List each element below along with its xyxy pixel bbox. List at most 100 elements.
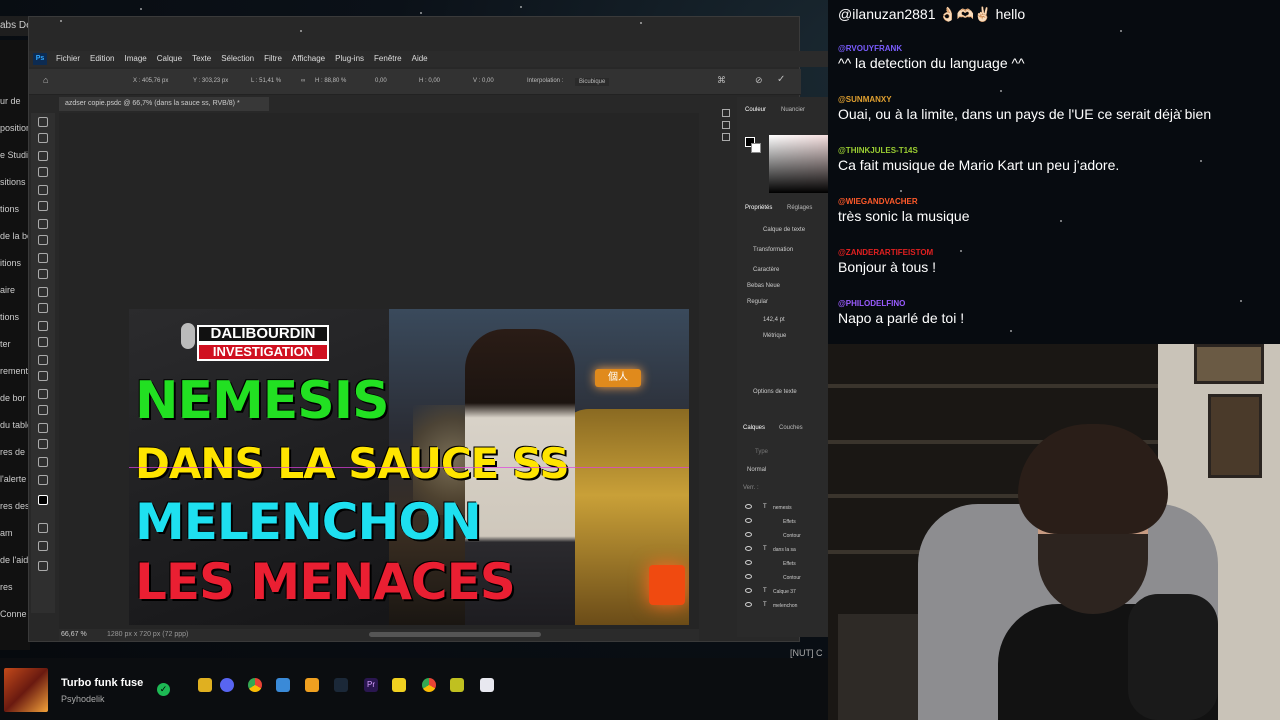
tab-proprietes[interactable]: Propriétés (745, 205, 772, 211)
dodge-tool-icon[interactable] (38, 355, 48, 365)
thumbnail-artwork[interactable]: 個人 DALIBOURDIN INVESTIGATION NEMESIS DAN… (129, 309, 689, 625)
warp-icon[interactable]: ⌘ (717, 75, 726, 86)
gradient-tool-icon[interactable] (38, 321, 48, 331)
menu-texte[interactable]: Texte (187, 51, 216, 67)
marquee-tool-icon[interactable] (38, 133, 48, 143)
taskbar-steam-icon[interactable] (334, 678, 348, 692)
layer-row[interactable]: Effets (737, 557, 829, 571)
taskbar-files-icon[interactable] (305, 678, 319, 692)
type-tool-icon[interactable] (38, 389, 48, 399)
eraser-tool-icon[interactable] (38, 303, 48, 313)
section-transformation[interactable]: Transformation (753, 247, 793, 253)
x-field[interactable]: X : 405,76 px (133, 78, 168, 84)
foreground-color-swatch[interactable] (38, 495, 48, 505)
link-icon[interactable]: ∞ (301, 78, 305, 84)
headline-dans-la-sauce[interactable]: DANS LA SAUCE SS (135, 439, 570, 488)
interpolation-select[interactable]: Bicubique (575, 78, 610, 86)
quick-mask-icon[interactable] (38, 523, 48, 533)
menu-image[interactable]: Image (119, 51, 151, 67)
menu-fenetre[interactable]: Fenêtre (369, 51, 407, 67)
layer-row[interactable]: Tmelenchon (737, 599, 829, 613)
shape-tool-icon[interactable] (38, 423, 48, 433)
healing-brush-icon[interactable] (38, 235, 48, 245)
vskew-field[interactable]: V : 0,00 (473, 78, 494, 84)
menu-plugins[interactable]: Plug-ins (330, 51, 369, 67)
layer-row[interactable]: T Calque 37 (737, 585, 829, 599)
lasso-tool-icon[interactable] (38, 151, 48, 161)
taskbar-chrome2-icon[interactable] (422, 678, 436, 692)
tab-reglages[interactable]: Réglages (787, 205, 812, 211)
document-tab[interactable]: azdser copie.psdc @ 66,7% (dans la sauce… (59, 97, 269, 111)
width-field[interactable]: L : 51,41 % (251, 78, 281, 84)
layer-search-input[interactable]: Type (755, 449, 768, 455)
layer-row[interactable]: Effets (737, 515, 829, 529)
background-swatch[interactable] (751, 143, 761, 153)
section-options-texte[interactable]: Options de texte (753, 389, 797, 395)
y-field[interactable]: Y : 303,23 px (193, 78, 228, 84)
font-family-select[interactable]: Bebas Neue (747, 283, 780, 289)
home-icon[interactable]: ⌂ (43, 75, 48, 85)
headline-les-menaces[interactable]: LES MENACES (135, 553, 516, 611)
tab-couleur[interactable]: Couleur (745, 107, 766, 113)
menu-fichier[interactable]: Fichier (51, 51, 85, 67)
quick-select-icon[interactable] (38, 167, 48, 177)
taskbar-premiere-icon[interactable]: Pr (364, 678, 378, 692)
brush-tool-icon[interactable] (38, 253, 48, 263)
headline-melenchon[interactable]: MELENCHON (135, 493, 482, 551)
canvas-area[interactable]: 個人 DALIBOURDIN INVESTIGATION NEMESIS DAN… (59, 113, 699, 633)
blur-tool-icon[interactable] (38, 337, 48, 347)
comments-panel-icon[interactable] (722, 121, 730, 129)
path-select-icon[interactable] (38, 405, 48, 415)
chat-username[interactable]: @SUNMANXY (838, 95, 1211, 104)
hand-tool-icon[interactable] (38, 439, 48, 449)
section-caractere[interactable]: Caractère (753, 267, 779, 273)
stamp-tool-icon[interactable] (38, 269, 48, 279)
visibility-eye-icon[interactable] (745, 560, 752, 565)
taskbar-chrome-icon[interactable] (248, 678, 262, 692)
layer-row[interactable]: Contour (737, 571, 829, 585)
chat-username[interactable]: @ZANDERARTIFEISTOM (838, 248, 936, 257)
chat-username[interactable]: @RVOUYFRANK (838, 44, 1025, 53)
headline-nemesis[interactable]: NEMESIS (135, 371, 390, 431)
eyedropper-icon[interactable] (38, 219, 48, 229)
menu-calque[interactable]: Calque (152, 51, 187, 67)
menu-filtre[interactable]: Filtre (259, 51, 287, 67)
history-panel-icon[interactable] (722, 109, 730, 117)
taskbar-notes-icon[interactable] (392, 678, 406, 692)
visibility-eye-icon[interactable] (745, 504, 752, 509)
move-tool-icon[interactable] (38, 117, 48, 127)
libraries-panel-icon[interactable] (722, 133, 730, 141)
taskbar-discord-icon[interactable] (220, 678, 234, 692)
angle-field[interactable]: 0,00 (375, 78, 387, 84)
menu-affichage[interactable]: Affichage (287, 51, 330, 67)
commit-transform-icon[interactable]: ✓ (777, 74, 785, 85)
height-field[interactable]: H : 88,80 % (315, 78, 346, 84)
horizontal-scrollbar[interactable] (369, 632, 541, 637)
visibility-eye-icon[interactable] (745, 574, 752, 579)
tab-couches[interactable]: Couches (779, 425, 803, 431)
screen-mode-icon[interactable] (38, 541, 48, 551)
visibility-eye-icon[interactable] (745, 518, 752, 523)
layer-row[interactable]: Contour (737, 529, 829, 543)
edit-toolbar-icon[interactable] (38, 475, 48, 485)
share-icon[interactable] (38, 561, 48, 571)
pen-tool-icon[interactable] (38, 371, 48, 381)
cancel-transform-icon[interactable]: ⊘ (755, 75, 763, 86)
blend-mode-select[interactable]: Normal (747, 467, 766, 473)
chat-username[interactable]: @PHILODELFINO (838, 299, 964, 308)
kerning-select[interactable]: Métrique (763, 333, 786, 339)
taskbar-app-icon[interactable] (198, 678, 212, 692)
font-style-select[interactable]: Regular (747, 299, 768, 305)
visibility-eye-icon[interactable] (745, 588, 752, 593)
zoom-tool-icon[interactable] (38, 457, 48, 467)
tab-nuancier[interactable]: Nuancier (781, 107, 805, 113)
menu-edition[interactable]: Edition (85, 51, 119, 67)
frame-tool-icon[interactable] (38, 201, 48, 211)
hskew-field[interactable]: H : 0,00 (419, 78, 440, 84)
chat-username[interactable]: @THINKJULES-T14S (838, 146, 1119, 155)
chat-username[interactable]: @WIEGANDVACHER (838, 197, 970, 206)
layer-row[interactable]: Tnemesis (737, 501, 829, 515)
taskbar-app2-icon[interactable] (450, 678, 464, 692)
layer-row[interactable]: Tdans la sa (737, 543, 829, 557)
font-size-field[interactable]: 142,4 pt (763, 317, 785, 323)
